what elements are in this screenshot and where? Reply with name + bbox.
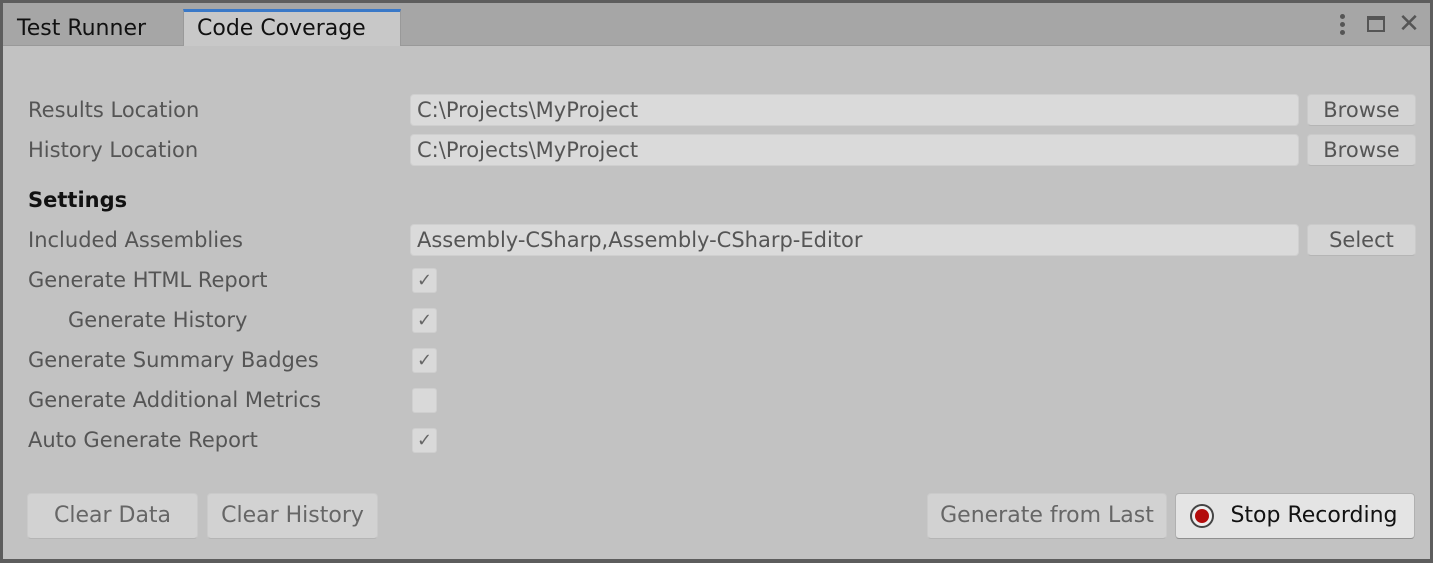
record-icon: [1190, 504, 1214, 528]
generate-html-report-checkbox[interactable]: ✓: [412, 268, 437, 293]
clear-data-button[interactable]: Clear Data: [27, 493, 198, 539]
generate-from-last-button[interactable]: Generate from Last: [927, 493, 1167, 539]
history-browse-button[interactable]: Browse: [1307, 134, 1416, 166]
tab-test-runner[interactable]: Test Runner: [3, 9, 183, 45]
auto-generate-report-checkbox[interactable]: ✓: [412, 428, 437, 453]
stop-recording-button[interactable]: Stop Recording: [1175, 493, 1415, 539]
history-location-label: History Location: [28, 138, 199, 162]
generate-html-report-label: Generate HTML Report: [28, 268, 268, 292]
select-assemblies-button[interactable]: Select: [1307, 224, 1416, 256]
results-browse-button[interactable]: Browse: [1307, 94, 1416, 126]
stop-recording-label: Stop Recording: [1230, 503, 1398, 528]
generate-summary-badges-label: Generate Summary Badges: [28, 348, 319, 372]
generate-history-checkbox[interactable]: ✓: [412, 308, 437, 333]
generate-summary-badges-checkbox[interactable]: ✓: [412, 348, 437, 373]
code-coverage-window: Test Runner Code Coverage ✕ Results Loca…: [3, 3, 1430, 559]
settings-heading: Settings: [28, 188, 128, 212]
included-assemblies-label: Included Assemblies: [28, 228, 243, 252]
tab-bar: Test Runner Code Coverage ✕: [3, 3, 1430, 46]
tab-code-coverage[interactable]: Code Coverage: [183, 9, 401, 46]
clear-history-button[interactable]: Clear History: [207, 493, 378, 539]
generate-history-label: Generate History: [68, 308, 248, 332]
generate-additional-metrics-checkbox[interactable]: [412, 388, 437, 413]
generate-additional-metrics-label: Generate Additional Metrics: [28, 388, 322, 412]
results-location-field[interactable]: C:\Projects\MyProject: [410, 94, 1299, 126]
kebab-menu-icon[interactable]: [1329, 11, 1355, 37]
included-assemblies-field[interactable]: Assembly-CSharp,Assembly-CSharp-Editor: [410, 224, 1299, 256]
maximize-icon[interactable]: [1364, 11, 1390, 37]
auto-generate-report-label: Auto Generate Report: [28, 428, 258, 452]
results-location-label: Results Location: [28, 98, 200, 122]
close-icon[interactable]: ✕: [1396, 11, 1422, 37]
history-location-field[interactable]: C:\Projects\MyProject: [410, 134, 1299, 166]
